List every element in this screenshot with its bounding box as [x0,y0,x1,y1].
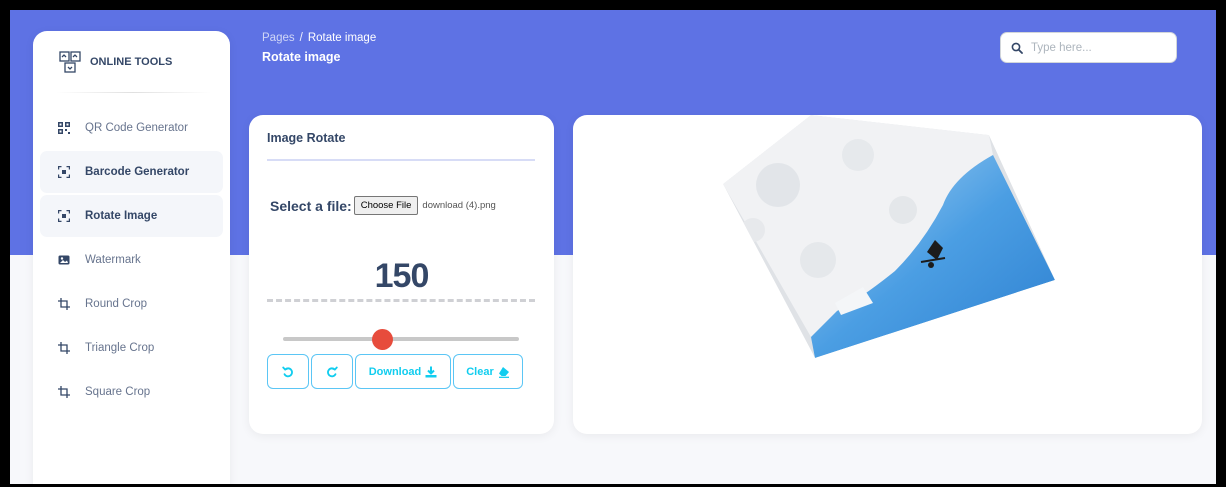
sidebar-item-label: QR Code Generator [85,122,188,134]
action-buttons: Download Clear [267,354,525,389]
breadcrumb: Pages / Rotate image [262,32,376,44]
crop-icon [58,386,70,398]
breadcrumb-root-link[interactable]: Pages [262,32,295,44]
page-title: Rotate image [262,50,341,64]
rotate-left-button[interactable] [267,354,309,389]
rotation-slider-thumb[interactable] [371,329,393,350]
crop-icon [58,298,70,310]
eraser-icon [498,366,510,378]
sidebar-item-round-crop[interactable]: Round Crop [40,283,223,325]
clear-button[interactable]: Clear [453,354,523,389]
file-label: Select a file: [270,197,352,214]
angle-value: 150 [374,257,430,295]
file-name: download (4).png [422,200,496,211]
tools-grid-icon [59,51,81,73]
search-input[interactable] [1031,41,1166,54]
brand-name: ONLINE TOOLS [90,56,173,68]
sidebar-item-label: Watermark [85,254,141,266]
app-frame: ONLINE TOOLS QR Code Generator Barcode G… [10,10,1216,484]
sidebar-item-square-crop[interactable]: Square Crop [40,371,223,413]
brand[interactable]: ONLINE TOOLS [59,51,172,73]
sidebar-item-qr-code-generator[interactable]: QR Code Generator [40,107,223,149]
card-title: Image Rotate [267,131,346,145]
search-box [1000,32,1177,63]
divider [55,92,211,93]
scan-icon [58,210,70,222]
download-icon [425,366,437,378]
rotate-right-button[interactable] [311,354,353,389]
title-underline [267,159,535,161]
sidebar-item-label: Square Crop [85,386,151,398]
crop-icon [58,342,70,354]
sidebar: ONLINE TOOLS QR Code Generator Barcode G… [33,31,230,484]
image-icon [58,254,70,266]
choose-file-button[interactable]: Choose File [353,196,419,215]
qr-code-icon [58,122,70,134]
search-icon [1011,42,1023,54]
rotation-slider-track[interactable] [283,337,519,341]
rotate-right-icon [327,366,338,377]
clear-label: Clear [466,365,494,378]
sidebar-item-label: Round Crop [85,298,148,310]
file-picker: Select a file: Choose File download (4).… [270,196,496,215]
sidebar-item-barcode-generator[interactable]: Barcode Generator [40,151,223,193]
scan-icon [58,166,70,178]
sidebar-item-rotate-image[interactable]: Rotate Image [40,195,223,237]
sidebar-nav: QR Code Generator Barcode Generator Rota… [40,107,223,415]
sidebar-item-label: Barcode Generator [85,166,190,178]
rotate-left-icon [282,366,293,377]
sidebar-item-label: Rotate Image [85,210,158,222]
rotated-image-preview [723,115,1055,358]
sidebar-item-triangle-crop[interactable]: Triangle Crop [40,327,223,369]
dashed-divider [267,299,535,302]
sidebar-item-label: Triangle Crop [85,342,155,354]
preview-card [573,115,1202,434]
sidebar-item-watermark[interactable]: Watermark [40,239,223,281]
rotate-card: Image Rotate Select a file: Choose File … [249,115,554,434]
download-label: Download [368,365,422,378]
breadcrumb-separator: / [299,32,303,44]
download-button[interactable]: Download [355,354,451,389]
breadcrumb-current: Rotate image [307,32,377,44]
